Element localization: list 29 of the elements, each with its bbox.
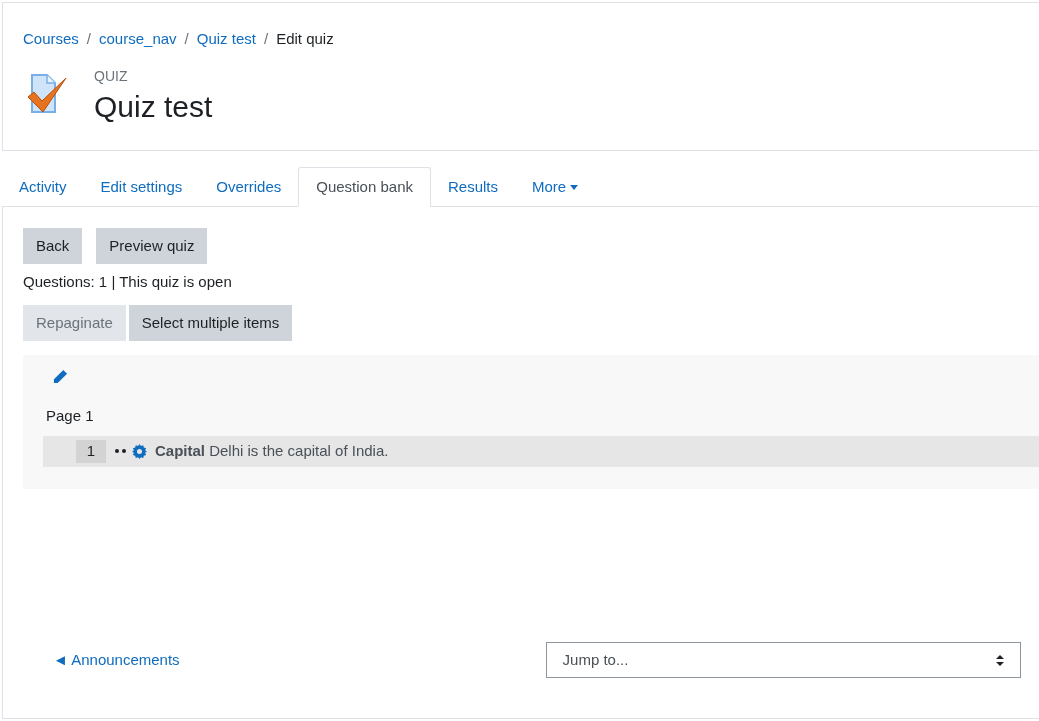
page-title: Quiz test bbox=[94, 88, 213, 125]
tab[interactable]: Overrides bbox=[199, 167, 299, 207]
quiz-checkmark-icon bbox=[28, 73, 68, 116]
tab[interactable]: Results bbox=[431, 167, 516, 207]
tab[interactable]: Activity bbox=[2, 167, 84, 207]
module-type-label: QUIZ bbox=[94, 66, 129, 86]
breadcrumb-separator: / bbox=[86, 29, 92, 49]
jump-to-select[interactable]: Jump to... bbox=[545, 642, 1021, 678]
edit-pencil-icon[interactable] bbox=[53, 369, 68, 384]
question-number: 1 bbox=[76, 439, 106, 463]
action-button[interactable]: Back bbox=[23, 228, 83, 264]
gear-icon bbox=[132, 443, 147, 459]
breadcrumb-link[interactable]: Courses bbox=[23, 28, 79, 51]
breadcrumb-separator: / bbox=[263, 29, 269, 49]
action-button[interactable]: Select multiple items bbox=[128, 305, 293, 341]
tab[interactable]: Question bank bbox=[298, 167, 431, 207]
previous-activity-link[interactable]: ◄ Announcements bbox=[53, 648, 180, 672]
tab[interactable]: Edit settings bbox=[83, 167, 200, 207]
page-label: Page 1 bbox=[46, 406, 95, 426]
action-button[interactable]: Preview quiz bbox=[96, 228, 208, 264]
breadcrumb-link[interactable]: course_nav bbox=[99, 28, 177, 51]
quiz-status-text: Questions: 1 | This quiz is open bbox=[23, 273, 233, 291]
sort-arrows-icon bbox=[995, 654, 1004, 666]
breadcrumb-separator: / bbox=[184, 29, 189, 49]
breadcrumb-current: Edit quiz bbox=[276, 29, 334, 49]
breadcrumb-link[interactable]: Quiz test bbox=[196, 28, 256, 51]
tab[interactable]: More bbox=[515, 167, 596, 207]
drag-dots-icon[interactable] bbox=[115, 449, 127, 453]
question-text[interactable]: Capital Delhi is the capital of India. bbox=[155, 439, 389, 463]
